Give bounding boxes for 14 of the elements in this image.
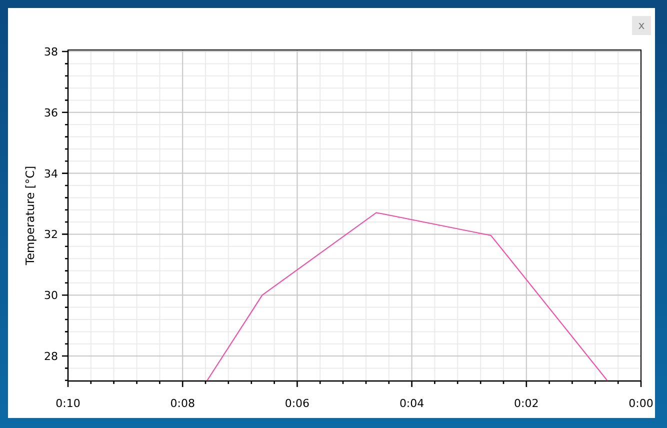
x-tick-label: 0:04 <box>399 397 424 410</box>
x-tick-label: 0:08 <box>170 397 195 410</box>
y-tick-label: 34 <box>44 167 58 180</box>
x-tick-label: 0:02 <box>514 397 539 410</box>
y-tick-label: 28 <box>44 350 58 364</box>
close-button[interactable]: x <box>632 16 651 35</box>
y-tick-label: 30 <box>44 289 58 302</box>
x-tick-label: 0:06 <box>284 397 310 410</box>
x-tick-label: 0:10 <box>56 397 80 410</box>
y-tick-label: 36 <box>44 106 58 120</box>
y-axis-title: Temperature [°C] <box>23 166 37 266</box>
y-tick-label: 32 <box>44 228 58 242</box>
x-tick-label: 0:00 <box>628 397 654 410</box>
y-tick-label: 38 <box>44 46 58 59</box>
